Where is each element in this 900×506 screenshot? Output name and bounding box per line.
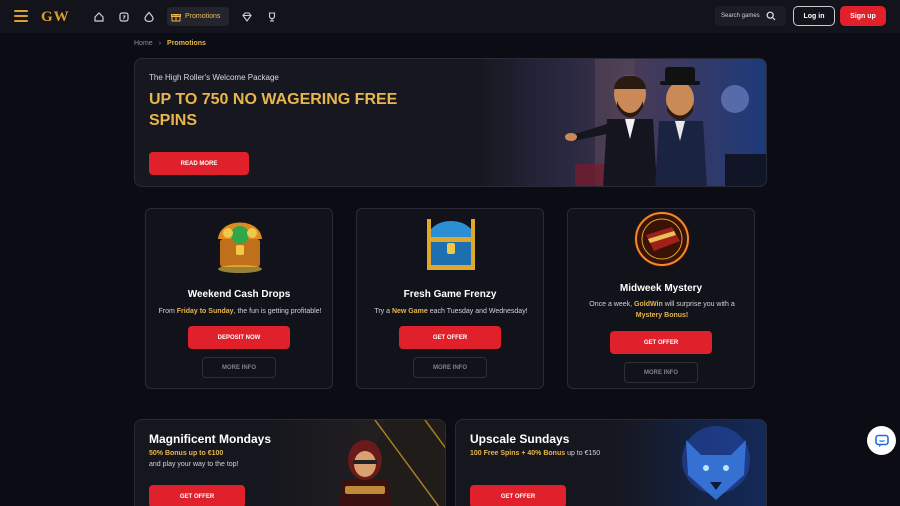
card-description: Try a New Game each Tuesday and Wednesda… [365, 306, 537, 317]
card-description: From Friday to Sunday, the fun is gettin… [154, 306, 326, 317]
breadcrumb-separator: › [158, 40, 162, 47]
banner-title: Magnificent Mondays [149, 432, 272, 446]
card-desc-highlight: GoldWin [634, 301, 663, 308]
banner-title: Upscale Sundays [470, 432, 570, 446]
card-desc-text: Try a [374, 308, 392, 315]
brand-logo[interactable]: GW [41, 9, 70, 26]
banner-offer: 50% Bonus up to €100 [149, 450, 224, 457]
get-offer-button[interactable]: GET OFFER [610, 331, 712, 354]
card-desc-highlight: Mystery Bonus! [635, 312, 689, 319]
card-desc-highlight: Friday to Sunday [176, 308, 234, 315]
card-title: Weekend Cash Drops [187, 289, 291, 300]
search-label: Search games [721, 13, 760, 19]
diamond-icon[interactable] [237, 7, 256, 26]
search-icon [766, 11, 776, 21]
login-button[interactable]: Log in [793, 6, 835, 26]
card-desc-text: From [158, 308, 177, 315]
gift-icon [171, 13, 181, 21]
promo-card-midweek-mystery: Midweek Mystery Once a week, GoldWin wil… [567, 208, 755, 389]
top-navigation-bar: GW Promotions Search games Log in Sign u… [0, 0, 900, 33]
hero-title: UP TO 750 NO WAGERING FREE SPINS [149, 91, 398, 129]
more-info-button[interactable]: MORE INFO [624, 362, 698, 383]
menu-icon[interactable] [14, 10, 28, 22]
treasure-chest-icon [218, 222, 262, 273]
card-title: Midweek Mystery [619, 283, 703, 294]
mystery-book-icon [634, 211, 690, 267]
card-desc-text: Once a week, [589, 301, 635, 308]
card-desc-text: each Tuesday and Wednesday! [427, 308, 528, 315]
more-info-button[interactable]: MORE INFO [202, 357, 276, 378]
upscale-sundays-banner: Upscale Sundays 100 Free Spins + 40% Bon… [455, 419, 767, 506]
get-offer-button[interactable]: GET OFFER [470, 485, 566, 506]
slots-icon[interactable] [114, 7, 133, 26]
card-desc-text: , the fun is getting profitable! [233, 308, 322, 315]
deposit-now-button[interactable]: DEPOSIT NOW [188, 326, 290, 349]
breadcrumb: Home › Promotions [134, 40, 206, 47]
nav-promotions-label: Promotions [185, 13, 221, 20]
get-offer-button[interactable]: GET OFFER [149, 485, 245, 506]
banner-offer: 100 Free Spins + 40% Bonus up to €150 [470, 450, 600, 457]
promo-card-fresh-game-frenzy: Fresh Game Frenzy Try a New Game each Tu… [356, 208, 544, 389]
banner-offer-highlight: 100 Free Spins + 40% Bonus [470, 450, 566, 457]
live-chat-button[interactable] [867, 426, 896, 455]
live-casino-icon[interactable] [139, 7, 158, 26]
nav-promotions[interactable]: Promotions [167, 7, 229, 26]
get-offer-button[interactable]: GET OFFER [399, 326, 501, 349]
card-description: Once a week, GoldWin will surprise you w… [576, 299, 748, 321]
more-info-button[interactable]: MORE INFO [413, 357, 487, 378]
banner-offer-rest: up to €150 [565, 450, 601, 457]
breadcrumb-home[interactable]: Home [134, 40, 153, 47]
search-games-button[interactable]: Search games [715, 6, 786, 26]
breadcrumb-current: Promotions [167, 40, 206, 47]
card-desc-text: will surprise you with a [662, 301, 735, 308]
chat-icon [874, 434, 889, 447]
magnificent-mondays-banner: Magnificent Mondays 50% Bonus up to €100… [134, 419, 446, 506]
hero-banner: The High Roller's Welcome Package UP TO … [134, 58, 767, 187]
treasure-chest-icon [427, 219, 475, 270]
monday-character-illustration [338, 420, 445, 506]
hero-subtitle: The High Roller's Welcome Package [149, 73, 279, 82]
hero-characters-illustration [535, 59, 766, 186]
card-desc-highlight: New Game [391, 308, 428, 315]
promo-card-weekend-cash-drops: Weekend Cash Drops From Friday to Sunday… [145, 208, 333, 389]
wolf-illustration [682, 426, 750, 500]
card-title: Fresh Game Frenzy [403, 289, 497, 300]
home-icon[interactable] [89, 7, 108, 26]
read-more-button[interactable]: READ MORE [149, 152, 249, 175]
banner-description: and play your way to the top! [149, 461, 239, 468]
signup-button[interactable]: Sign up [840, 6, 886, 26]
trophy-icon[interactable] [262, 7, 281, 26]
